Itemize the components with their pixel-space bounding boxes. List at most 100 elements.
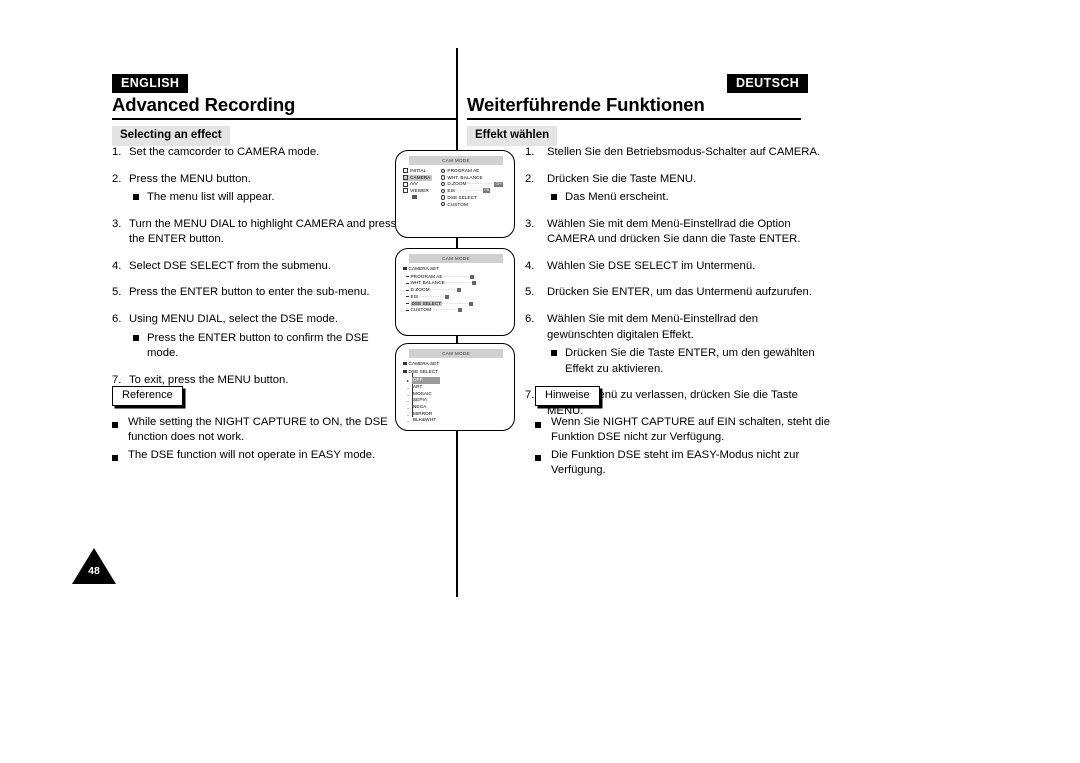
menu-option-icon xyxy=(478,196,482,200)
step-body: Set the camcorder to CAMERA mode. xyxy=(129,145,400,161)
square-bullet-icon xyxy=(133,331,147,362)
note-item: While setting the NIGHT CAPTURE to ON, t… xyxy=(112,415,404,446)
submenu-item-list: PROGRAM AE ·························WHT … xyxy=(403,274,510,315)
tree-branch-icon xyxy=(406,282,409,284)
step-sub-item: Press the ENTER button to confirm the DS… xyxy=(129,331,400,362)
menu-option-item[interactable]: WHT. BALANCE xyxy=(441,175,514,182)
section-title-german: Effekt wählen xyxy=(467,126,558,147)
step-sub-text: Drücken Sie die Taste ENTER, um den gewä… xyxy=(565,347,815,375)
step-body: Wählen Sie DSE SELECT im Untermenü. xyxy=(547,259,825,275)
square-bullet-icon xyxy=(112,415,128,446)
submenu-heading-label-3: CAMERA SET xyxy=(408,361,440,366)
submenu-item[interactable]: D ZOOM ························· xyxy=(403,287,510,294)
step-text: Using MENU DIAL, select the DSE mode. xyxy=(129,313,339,326)
menu-category-item[interactable]: A/V xyxy=(403,181,439,188)
menu-category-item[interactable]: VIEWER xyxy=(403,188,439,195)
tree-branch-icon xyxy=(406,309,409,311)
menu-option-item[interactable]: D.ZOOM·······························OFF xyxy=(441,181,514,188)
step-number: 2. xyxy=(525,172,535,185)
dse-option-item[interactable]: – NEGA xyxy=(403,404,510,411)
submenu-item-label: PROGRAM AE xyxy=(410,273,443,279)
submenu-item[interactable]: EIS ························· xyxy=(403,294,510,301)
dse-option-label: MIRROR xyxy=(413,410,433,416)
step-number: 5. xyxy=(112,286,122,299)
chapter-title-german: Weiterführende Funktionen xyxy=(467,94,705,115)
dse-option-item[interactable]: – BLK&WHT xyxy=(403,417,510,424)
step-item: 5. Drücken Sie ENTER, um das Untermenü au… xyxy=(525,285,825,301)
submenu-item[interactable]: PROGRAM AE ························· xyxy=(403,274,510,281)
lcd-body-2: CAMERA SET PROGRAM AE ··················… xyxy=(403,266,510,314)
dot-leader: ························· xyxy=(442,300,468,306)
step-item: 6. Using MENU DIAL, select the DSE mode. P… xyxy=(112,312,400,362)
manual-page: ENGLISH Advanced Recording Selecting an … xyxy=(0,0,1080,763)
folder-icon xyxy=(403,369,407,374)
menu-option-item[interactable]: CUSTOM xyxy=(441,202,514,209)
menu-option-item[interactable]: EIS·······························ON xyxy=(441,188,514,195)
submenu-item[interactable]: WHT BALANCE ························· xyxy=(403,280,510,287)
square-bullet-icon xyxy=(112,448,128,467)
radio-icon xyxy=(441,181,446,187)
header-rule-english xyxy=(112,118,456,121)
step-body: Press the MENU button. The menu list will… xyxy=(129,172,400,206)
dse-option-item[interactable]: ▸ OFF xyxy=(403,377,510,385)
step-text: Set the camcorder to CAMERA mode. xyxy=(129,146,320,158)
step-sub-item: The menu list will appear. xyxy=(129,190,400,206)
step-text: Drücken Sie ENTER, um das Untermenü aufz… xyxy=(547,286,812,299)
dse-option-label: NEGA xyxy=(413,404,427,410)
lcd-screen-camera-set: CAM MODE CAMERA SET PROGRAM AE ·········… xyxy=(395,248,515,336)
submenu-item-value-icon xyxy=(471,281,476,286)
menu-category-label: INITIAL xyxy=(410,168,427,173)
square-bullet-icon xyxy=(535,448,551,479)
step-item: 4. Select DSE SELECT from the submenu. xyxy=(112,259,400,275)
step-text: Stellen Sie den Betriebsmodus-Schalter a… xyxy=(547,146,821,158)
step-text: Wählen Sie DSE SELECT im Untermenü. xyxy=(547,259,756,272)
dse-option-label: BLK&WHT xyxy=(413,417,437,423)
submenu-item-label: EIS xyxy=(410,294,419,299)
exit-icon[interactable] xyxy=(403,194,439,202)
checkbox-icon xyxy=(403,168,408,174)
step-body: Select DSE SELECT from the submenu. xyxy=(129,259,400,275)
menu-option-item[interactable]: DSE SELECT xyxy=(441,195,514,202)
radio-icon xyxy=(441,188,446,194)
menu-category-label: VIEWER xyxy=(410,188,429,194)
menu-category-item[interactable]: CAMERA xyxy=(403,174,433,182)
dse-option-label: SEPIA xyxy=(413,397,428,403)
checkbox-icon xyxy=(403,181,408,187)
dse-option-item[interactable]: – ART xyxy=(403,384,510,391)
submenu-item-value-icon xyxy=(456,288,461,293)
submenu-item[interactable]: DSE SELECT ························· xyxy=(403,301,510,308)
menu-category-item[interactable]: INITIAL xyxy=(403,168,439,175)
menu-option-item[interactable]: PROGRAM AE xyxy=(441,168,514,175)
dse-option-item[interactable]: – MIRROR xyxy=(403,411,510,418)
lcd-screen-dse-select: CAM MODE CAMERA SET DSE SELECT ▸ OFF – ART –… xyxy=(395,343,515,431)
step-body: Drücken Sie die Taste MENU. Das Menü ersc… xyxy=(547,172,825,206)
dse-option-item[interactable]: – SEPIA xyxy=(403,397,510,404)
submenu-heading-label-2: CAMERA SET xyxy=(408,266,440,271)
note-text: The DSE function will not operate in EAS… xyxy=(128,448,376,461)
lcd-title-bar-2: CAM MODE xyxy=(409,254,503,263)
submenu-item[interactable]: CUSTOM ························· xyxy=(403,307,510,314)
folder-icon xyxy=(403,362,407,366)
step-text: Wählen Sie mit dem Menü-Einstellrad die … xyxy=(547,217,801,246)
dot-leader: ························· xyxy=(431,307,457,313)
reference-block-english: Reference While setting the NIGHT CAPTUR… xyxy=(112,386,404,468)
hinweise-items-german: Wenn Sie NIGHT CAPTURE auf EIN schalten,… xyxy=(535,415,835,479)
note-item: Wenn Sie NIGHT CAPTURE auf EIN schalten,… xyxy=(535,415,835,446)
menu-category-label: CAMERA xyxy=(410,174,431,180)
menu-option-label: PROGRAM AE xyxy=(447,168,480,173)
radio-icon xyxy=(441,195,446,200)
chapter-title-english: Advanced Recording xyxy=(112,94,296,115)
menu-option-value: OFF xyxy=(494,181,504,187)
submenu-item-label: CUSTOM xyxy=(410,307,432,313)
step-item: 4. Wählen Sie DSE SELECT im Untermenü. xyxy=(525,259,825,275)
square-bullet-icon xyxy=(551,190,565,206)
dse-option-label: OFF xyxy=(412,377,440,385)
tree-branch-icon xyxy=(406,296,409,298)
step-item: 3. Turn the MENU DIAL to highlight CAMERA… xyxy=(112,217,400,248)
dse-option-item[interactable]: – MOSAIC xyxy=(403,391,510,398)
lcd-body-3: CAMERA SET DSE SELECT ▸ OFF – ART – MOSAIC – SE… xyxy=(403,361,510,424)
step-number: 4. xyxy=(525,259,535,272)
submenu-item-label: D ZOOM xyxy=(410,287,430,293)
header-rule-german xyxy=(467,118,801,121)
step-item: 2. Drücken Sie die Taste MENU. Das Menü er… xyxy=(525,172,825,206)
